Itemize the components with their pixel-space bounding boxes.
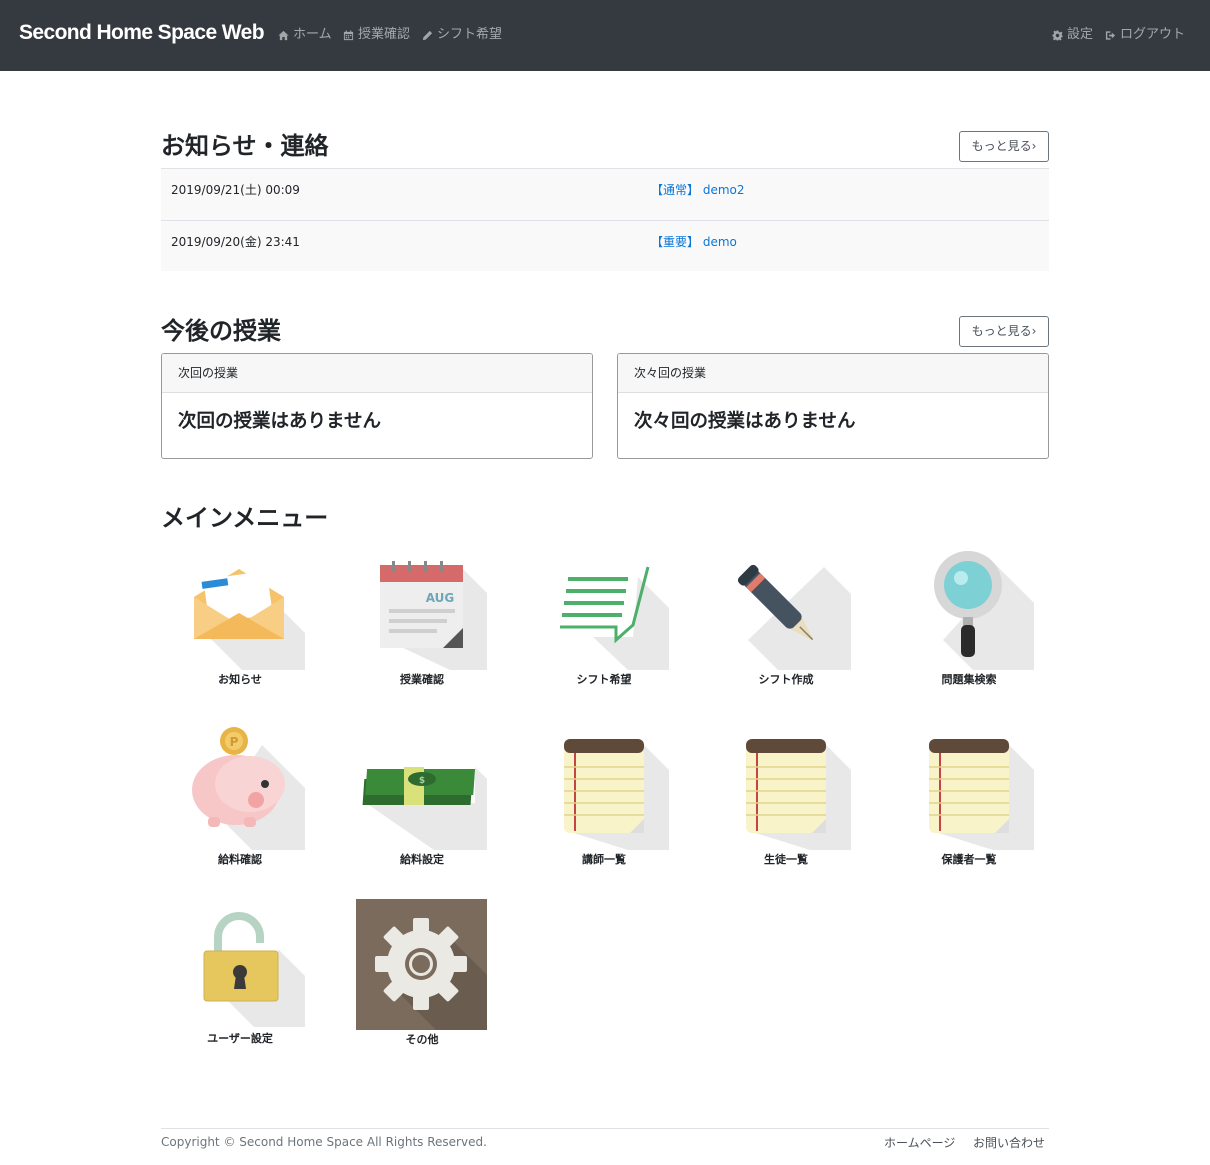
notepad-icon [929, 739, 1034, 850]
menu-tile-notices[interactable]: お知らせ [174, 547, 305, 686]
menu-tile-user-settings[interactable]: ユーザー設定 [174, 899, 305, 1045]
menu-tile-problem-search[interactable]: 問題集検索 [903, 547, 1034, 686]
envelope-icon [194, 569, 305, 670]
notice-title: demo2 [702, 183, 745, 197]
footer-link-contact[interactable]: お問い合わせ [973, 1134, 1045, 1151]
money-stack-icon: $ [362, 767, 487, 850]
notice-date: 2019/09/21(土) 00:09 [171, 183, 300, 197]
next-lesson-card: 次回の授業 次回の授業はありません [161, 353, 593, 459]
menu-tile-salary-check[interactable]: P 給料確認 [174, 727, 305, 866]
padlock-icon [203, 912, 305, 1027]
calendar-month-text: AUG [426, 591, 455, 605]
card-header: 次々回の授業 [618, 354, 1048, 393]
notice-tag: 【通常】 [651, 183, 700, 197]
menu-tile-teacher-list[interactable]: 講師一覧 [538, 727, 669, 866]
menu-tile-shift-create[interactable]: シフト作成 [720, 547, 851, 686]
menu-tile-label: シフト作成 [758, 673, 814, 686]
notices-more-button[interactable]: もっと見る› [959, 131, 1049, 162]
nav-item-label: ログアウト [1120, 27, 1186, 42]
notices-title: お知らせ・連絡 [161, 132, 329, 160]
navbar: Second Home Space Web ホーム 授業確認 シフト希望 設定 … [0, 0, 1210, 71]
menu-tile-label: 給料設定 [400, 853, 444, 866]
magnifier-icon [934, 551, 1034, 670]
menu-tile-shift-request[interactable]: シフト希望 [538, 547, 669, 686]
notepad-icon [564, 739, 669, 850]
lessons-title: 今後の授業 [161, 317, 281, 345]
menu-tile-label: ユーザー設定 [207, 1032, 273, 1045]
notice-tag: 【重要】 [651, 235, 700, 249]
brand-logo[interactable]: Second Home Space Web [19, 21, 265, 45]
menu-tile-label: シフト希望 [576, 673, 632, 686]
message-icon [560, 566, 669, 670]
calendar-icon [343, 29, 354, 40]
menu-title: メインメニュー [161, 504, 329, 532]
notice-date: 2019/09/20(金) 23:41 [171, 235, 300, 249]
menu-tile-guardian-list[interactable]: 保護者一覧 [903, 727, 1034, 866]
notice-row: 2019/09/21(土) 00:09 【通常】 demo2 [161, 169, 1049, 221]
card-body: 次々回の授業はありません [634, 411, 856, 432]
card-header: 次回の授業 [162, 354, 592, 393]
notice-link[interactable]: 【通常】 demo2 [651, 181, 745, 198]
sign-out-icon [1105, 30, 1116, 40]
menu-tile-lessons[interactable]: AUG 授業確認 [356, 547, 487, 686]
nav-item-lessons[interactable]: 授業確認 [343, 26, 410, 44]
pencil-icon [422, 30, 433, 40]
nav-item-label: 授業確認 [358, 27, 411, 42]
footer-divider [161, 1128, 1049, 1129]
nav-item-label: ホーム [293, 27, 332, 42]
menu-tile-other[interactable]: その他 [356, 899, 487, 1046]
calendar-icon: AUG [380, 561, 487, 670]
menu-tile-student-list[interactable]: 生徒一覧 [720, 727, 851, 866]
nav-item-settings[interactable]: 設定 [1052, 26, 1093, 44]
home-icon [278, 30, 289, 40]
menu-tile-label: 給料確認 [218, 853, 262, 866]
nav-item-logout[interactable]: ログアウト [1105, 26, 1185, 44]
menu-tile-label: 講師一覧 [582, 853, 626, 866]
footer-link-homepage[interactable]: ホームページ [884, 1134, 955, 1151]
nav-item-label: 設定 [1067, 27, 1094, 42]
notepad-icon [746, 739, 851, 850]
menu-tile-label: 保護者一覧 [941, 853, 997, 866]
nav-item-shift-request[interactable]: シフト希望 [422, 26, 502, 44]
after-next-lesson-card: 次々回の授業 次々回の授業はありません [617, 353, 1049, 459]
menu-tile-label: 生徒一覧 [764, 853, 808, 866]
menu-tile-label: お知らせ [218, 673, 262, 686]
nav-item-label: シフト希望 [437, 27, 503, 42]
menu-tile-label: 問題集検索 [941, 673, 997, 686]
menu-tile-label: その他 [405, 1033, 439, 1046]
copyright-text: Copyright © Second Home Space All Rights… [161, 1135, 487, 1149]
card-body: 次回の授業はありません [178, 411, 381, 432]
notice-row: 2019/09/20(金) 23:41 【重要】 demo [161, 221, 1049, 271]
notice-link[interactable]: 【重要】 demo [651, 233, 737, 250]
menu-tile-salary-settings[interactable]: $ 給料設定 [356, 727, 487, 866]
svg-text:$: $ [419, 776, 425, 786]
lessons-more-button[interactable]: もっと見る› [959, 316, 1049, 347]
svg-text:P: P [230, 735, 239, 749]
notice-title: demo [702, 235, 737, 249]
menu-tile-label: 授業確認 [400, 673, 444, 686]
piggy-bank-icon: P [192, 727, 305, 850]
gear-icon [1052, 29, 1063, 41]
nav-item-home[interactable]: ホーム [278, 26, 332, 44]
gear-icon [356, 899, 487, 1030]
fountain-pen-icon [737, 564, 851, 670]
